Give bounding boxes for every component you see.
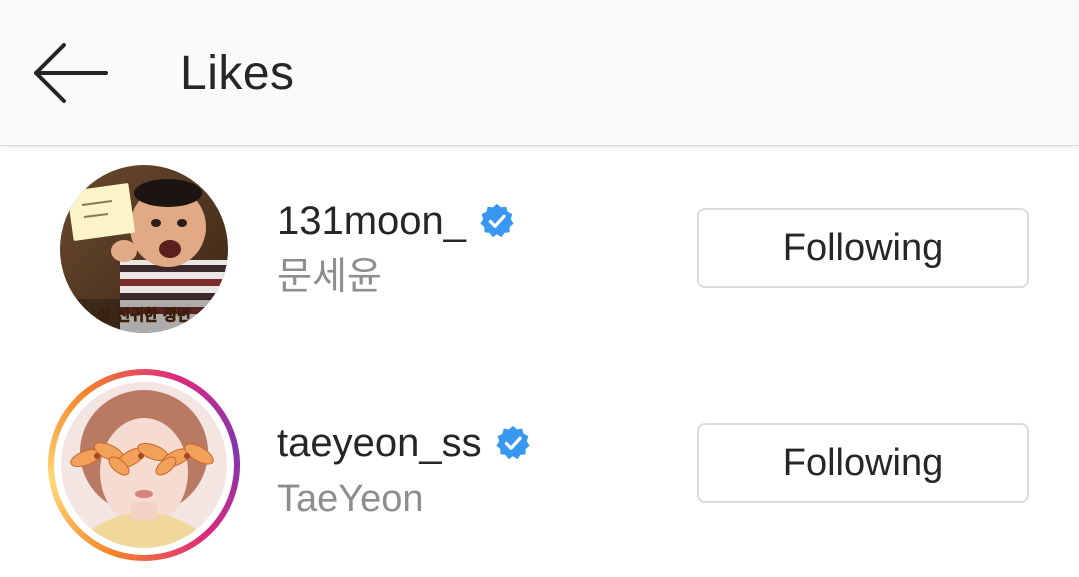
username[interactable]: 131moon_	[277, 197, 466, 245]
user-info[interactable]: taeyeon_ss TaeYeon	[277, 419, 532, 523]
top-app-bar: Likes	[0, 0, 1079, 146]
avatar-caption: 상 진귀한 정면	[97, 306, 190, 324]
list-item[interactable]: taeyeon_ss TaeYeon Following	[0, 365, 1079, 575]
avatar[interactable]: 상 진귀한 정면	[60, 165, 228, 333]
avatar-container[interactable]: 상 진귀한 정면	[48, 159, 240, 351]
user-info[interactable]: 131moon_ 문세윤	[277, 197, 516, 301]
avatar[interactable]	[61, 382, 227, 548]
verified-badge-icon	[494, 424, 532, 462]
username[interactable]: taeyeon_ss	[277, 419, 482, 467]
following-button[interactable]: Following	[697, 423, 1029, 503]
back-button[interactable]	[28, 38, 114, 108]
page-title: Likes	[180, 47, 295, 100]
avatar-container[interactable]	[48, 369, 240, 561]
arrow-left-icon	[34, 43, 108, 103]
following-button[interactable]: Following	[697, 208, 1029, 288]
verified-badge-icon	[478, 202, 516, 240]
full-name: 문세윤	[277, 256, 382, 298]
full-name: TaeYeon	[277, 478, 424, 520]
list-item[interactable]: 상 진귀한 정면 131moon_ 문세윤 Following	[0, 155, 1079, 365]
